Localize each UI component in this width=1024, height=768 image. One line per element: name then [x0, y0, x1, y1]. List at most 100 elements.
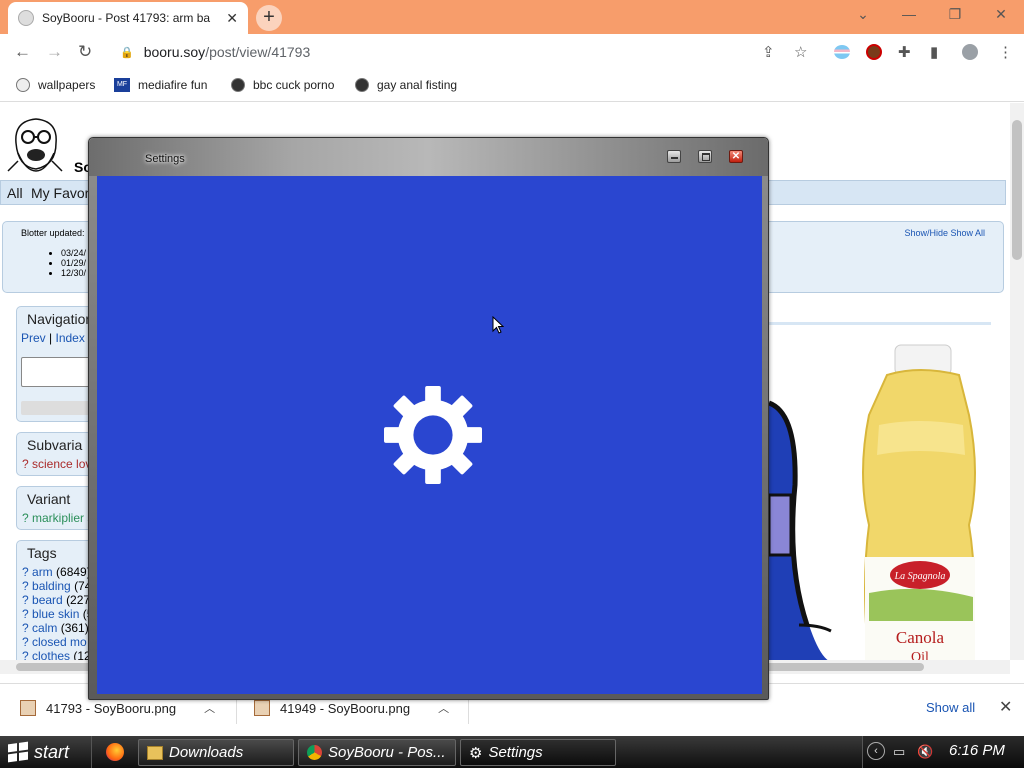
show-all-downloads-link[interactable]: Show all [926, 700, 975, 715]
address-bar[interactable]: 🔒 booru.soy/post/view/41793 [108, 38, 828, 66]
settings-titlebar[interactable]: Settings ✕ [89, 138, 768, 176]
share-icon[interactable]: ⇪ [762, 43, 775, 61]
product-name: Canola [896, 628, 945, 647]
tag-count: (6849) [56, 565, 91, 579]
tag-link[interactable]: ? blue skin [22, 607, 79, 621]
bookmark-label: wallpapers [38, 78, 96, 92]
bookmarks-bar: wallpapers MF mediafire fun bbc cuck porn… [0, 70, 1024, 102]
settings-window: Settings ✕ [88, 137, 769, 700]
nav-favorites-link[interactable]: My Favor [31, 185, 89, 201]
task-label: Downloads [169, 744, 244, 761]
tag-name: calm [32, 621, 58, 635]
gear-icon: ⚙ [469, 744, 483, 762]
close-browser-button[interactable]: ✕ [978, 0, 1024, 30]
site-favicon-icon [18, 10, 34, 26]
profile-icon[interactable] [962, 44, 978, 60]
tag-link[interactable]: ? arm [22, 565, 53, 579]
url-host: booru.soy [143, 44, 206, 60]
system-tray: ‹ ▭ 🔇 6:16 PM [862, 736, 1024, 768]
blotter-toggle-link[interactable]: Show/Hide Show All [904, 228, 985, 238]
bookmark-label: gay anal fisting [377, 78, 458, 92]
bookmark-label: mediafire fun [138, 78, 208, 92]
extension-flag-icon[interactable] [834, 45, 850, 59]
task-label: Settings [488, 744, 543, 761]
reload-icon[interactable]: ↻ [78, 42, 92, 62]
tag-name: closed mo [32, 635, 87, 649]
forward-arrow-icon[interactable]: → [46, 42, 63, 62]
download-filename: 41949 - SoyBooru.png [280, 700, 411, 716]
download-item[interactable]: 41949 - SoyBooru.png ︿ [254, 700, 449, 716]
tag-link[interactable]: ? balding [22, 579, 71, 593]
gear-icon [384, 386, 482, 484]
tag-name: arm [32, 565, 53, 579]
task-label: SoyBooru - Pos... [328, 744, 446, 761]
soyjak-logo-icon[interactable] [6, 113, 64, 173]
close-tab-icon[interactable]: ✕ [226, 10, 238, 27]
browser-tab[interactable]: SoyBooru - Post 41793: arm ba ✕ [8, 2, 248, 34]
index-link[interactable]: Index [56, 331, 85, 345]
bookmark-mediafire[interactable]: MF mediafire fun [114, 78, 207, 92]
tray-expand-icon[interactable]: ‹ [867, 742, 885, 760]
close-downloads-icon[interactable]: ✕ [999, 697, 1012, 717]
windows-logo-icon [8, 741, 28, 763]
prev-link[interactable]: Prev [21, 331, 46, 345]
blotter-label: Blotter updated: [21, 228, 85, 238]
chrome-icon [307, 745, 322, 760]
nav-separator: | [49, 331, 53, 345]
tag-name: blue skin [32, 607, 80, 621]
blotter-list: 03/24/ 01/29/ 12/30/ [61, 248, 86, 278]
menu-kebab-icon[interactable]: ⋮ [998, 43, 1013, 61]
image-file-icon [20, 700, 36, 716]
post-image[interactable]: La Spagnola Canola Oil [769, 325, 1001, 661]
settings-body [97, 176, 762, 694]
tag-link[interactable]: ? calm [22, 621, 57, 635]
url-path: /post/view/41793 [205, 44, 311, 60]
tab-title: SoyBooru - Post 41793: arm ba [42, 11, 211, 25]
clock[interactable]: 6:16 PM [949, 742, 1005, 759]
product-brand: La Spagnola [894, 571, 946, 582]
start-label: start [34, 741, 70, 762]
minimize-browser-button[interactable]: — [886, 0, 932, 30]
new-tab-button[interactable]: + [256, 5, 282, 31]
tag-name: beard [32, 593, 63, 607]
volume-muted-icon[interactable]: 🔇 [917, 744, 933, 760]
bookmark-wallpapers[interactable]: wallpapers [16, 78, 95, 92]
extension-avatar-icon[interactable] [866, 44, 882, 60]
bookmark-star-icon[interactable]: ☆ [794, 43, 807, 61]
tab-search-icon[interactable]: ⌄ [840, 0, 886, 30]
chevron-up-icon[interactable]: ︿ [204, 700, 215, 716]
minimize-window-button[interactable] [667, 150, 681, 163]
lock-icon: 🔒 [120, 46, 134, 59]
download-item[interactable]: 41793 - SoyBooru.png ︿ [20, 700, 215, 716]
network-icon[interactable]: ▭ [893, 744, 905, 760]
nav-all-link[interactable]: All [7, 185, 23, 201]
tag-name: balding [32, 579, 71, 593]
bookmark-bbc[interactable]: bbc cuck porno [231, 78, 334, 92]
tag-link[interactable]: ? closed mo [22, 635, 87, 649]
extensions-puzzle-icon[interactable]: ✚ [898, 43, 911, 61]
maximize-window-button[interactable] [698, 150, 712, 163]
taskbar: start Downloads SoyBooru - Pos... ⚙ Sett… [0, 736, 1024, 768]
close-window-button[interactable]: ✕ [729, 150, 743, 163]
image-file-icon [254, 700, 270, 716]
globe-icon [231, 78, 245, 92]
restore-browser-button[interactable]: ❐ [932, 0, 978, 30]
folder-icon [147, 745, 163, 760]
task-settings[interactable]: ⚙ Settings [460, 739, 616, 766]
task-browser[interactable]: SoyBooru - Pos... [298, 739, 456, 766]
side-panel-icon[interactable]: ▮ [930, 43, 938, 61]
tag-count: (361) [60, 621, 89, 635]
tag-link[interactable]: ? clothes [22, 649, 70, 660]
back-arrow-icon[interactable]: ← [14, 42, 31, 62]
bookmark-gay[interactable]: gay anal fisting [355, 78, 457, 92]
chevron-up-icon[interactable]: ︿ [438, 700, 449, 716]
start-button[interactable]: start [0, 736, 92, 768]
tag-name: clothes [32, 649, 71, 660]
task-downloads[interactable]: Downloads [138, 739, 294, 766]
download-filename: 41793 - SoyBooru.png [46, 700, 177, 716]
vertical-scroll-thumb[interactable] [1012, 120, 1022, 260]
settings-title: Settings [145, 153, 185, 165]
tag-link[interactable]: ? beard [22, 593, 63, 607]
firefox-icon[interactable] [106, 743, 124, 761]
blotter-item: 12/30/ [61, 268, 86, 278]
